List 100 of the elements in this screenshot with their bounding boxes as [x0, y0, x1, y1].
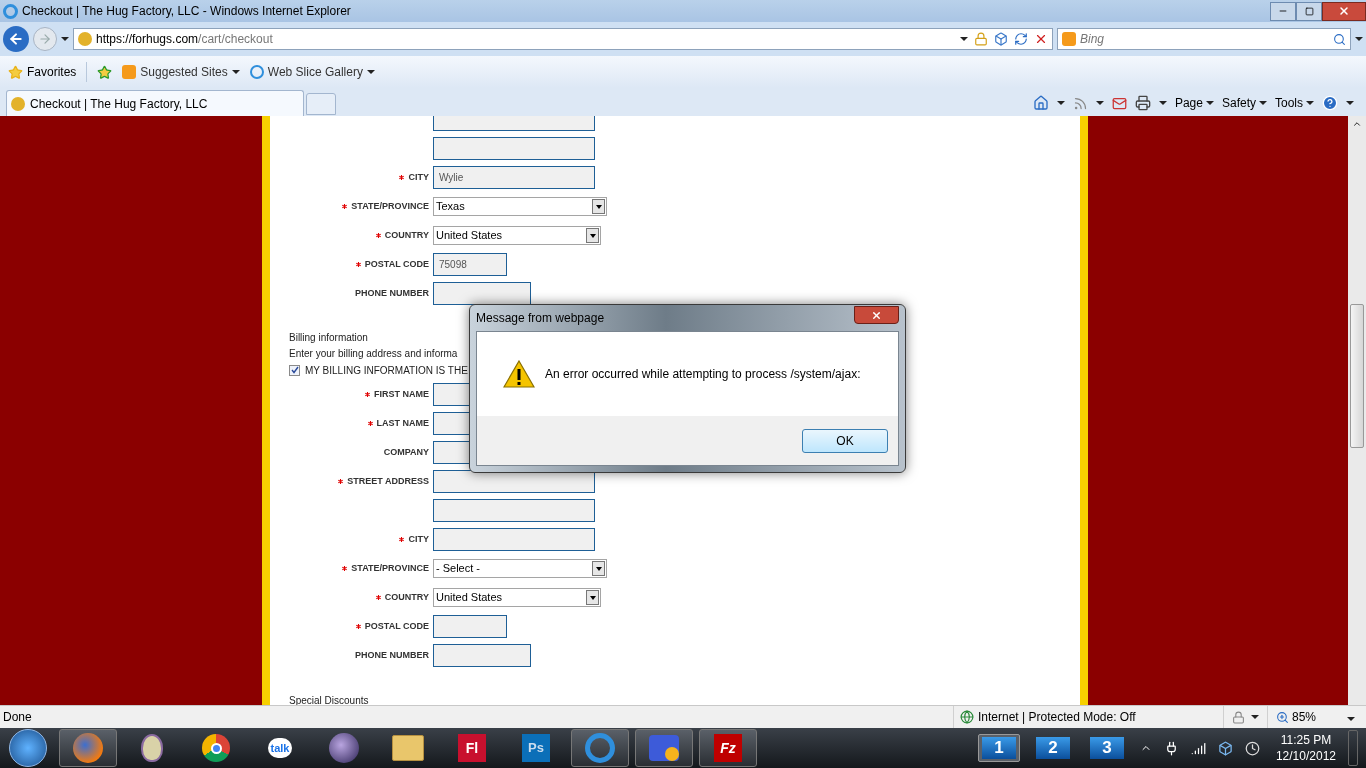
- caret-icon: [960, 37, 968, 41]
- folder-icon: [392, 735, 424, 761]
- taskbar-button[interactable]: talk: [251, 729, 309, 767]
- app-tile-icon[interactable]: Ps: [522, 734, 550, 762]
- section-heading: Billing information: [289, 331, 369, 345]
- input-field[interactable]: Wylie: [433, 166, 595, 189]
- scrollbar[interactable]: [1348, 116, 1366, 705]
- browser-tab[interactable]: Checkout | The Hug Factory, LLC: [6, 90, 304, 116]
- caret-icon: [1259, 101, 1267, 105]
- search-field[interactable]: Bing: [1057, 28, 1351, 50]
- feed-icon[interactable]: [1072, 95, 1088, 111]
- dropdown[interactable]: - Select -: [433, 559, 607, 578]
- taskbar-button[interactable]: Fz: [699, 729, 757, 767]
- input-field[interactable]: [433, 644, 531, 667]
- app-tile-icon[interactable]: Fl: [458, 734, 486, 762]
- dialog-message: An error occurred while attempting to process /system/ajax:: [545, 366, 861, 383]
- help-icon[interactable]: [1322, 95, 1338, 111]
- forward-arrow-icon: [38, 32, 52, 46]
- field-label: STATE/PROVINCE: [351, 199, 429, 213]
- start-button[interactable]: [9, 729, 47, 767]
- lock-icon: [974, 32, 988, 46]
- back-button[interactable]: [3, 26, 29, 52]
- minimize-button[interactable]: [1270, 1, 1296, 21]
- search-provider-icon: [1062, 32, 1076, 46]
- favorites-link[interactable]: Web Slice Gallery: [249, 63, 375, 81]
- add-favorite-icon[interactable]: [97, 64, 113, 80]
- checkbox[interactable]: [289, 364, 300, 376]
- refresh-icon[interactable]: [1014, 32, 1028, 46]
- input-field[interactable]: 75098: [433, 253, 507, 276]
- privacy-icon[interactable]: [1232, 710, 1245, 724]
- command-menu[interactable]: Tools: [1275, 94, 1314, 112]
- signal-icon[interactable]: [1190, 740, 1206, 756]
- caret-icon: [1095, 101, 1104, 105]
- mail-icon[interactable]: [1111, 95, 1127, 111]
- clock-date: 12/10/2012: [1275, 748, 1336, 764]
- taskbar-button[interactable]: Ps: [507, 729, 565, 767]
- field-label: COUNTRY: [384, 590, 429, 604]
- dropdown[interactable]: Texas: [433, 197, 607, 216]
- clock[interactable]: 11:25 PM 12/10/2012: [1275, 732, 1336, 764]
- print-icon[interactable]: [1134, 95, 1151, 111]
- field-label: CITY: [408, 532, 429, 546]
- command-menu[interactable]: Page: [1174, 94, 1214, 112]
- caret-icon: [1251, 715, 1259, 719]
- stop-icon[interactable]: [1034, 32, 1048, 46]
- scrollbar-thumb[interactable]: [1350, 304, 1364, 448]
- scroll-up-icon: [1352, 119, 1362, 129]
- close-button[interactable]: [1322, 1, 1366, 21]
- speech-bubble-icon[interactable]: talk: [267, 737, 293, 759]
- input-field[interactable]: [433, 499, 595, 522]
- ok-button[interactable]: OK: [802, 428, 888, 453]
- caret-icon: [1346, 101, 1354, 105]
- caret-icon: [61, 37, 69, 41]
- taskbar-button[interactable]: Fl: [443, 729, 501, 767]
- search-icon[interactable]: [1333, 32, 1346, 46]
- clock-icon[interactable]: [1244, 740, 1260, 756]
- field-label: FIRST NAME: [374, 387, 429, 401]
- box-icon[interactable]: [1217, 740, 1233, 756]
- status-text: Done: [3, 709, 32, 726]
- close-button[interactable]: [854, 306, 899, 324]
- warning-icon: [503, 360, 535, 388]
- input-field[interactable]: [433, 137, 595, 160]
- input-field[interactable]: [433, 615, 507, 638]
- window-title: Checkout | The Hug Factory, LLC - Windows Internet Explorer: [22, 3, 351, 20]
- home-icon[interactable]: [1032, 95, 1049, 111]
- field-label: POSTAL CODE: [364, 257, 429, 271]
- field-label: COUNTRY: [384, 228, 429, 242]
- taskbar-button[interactable]: [635, 729, 693, 767]
- site-icon: [122, 65, 137, 79]
- caret-icon: [231, 70, 240, 74]
- input-field[interactable]: [433, 282, 531, 305]
- command-menu[interactable]: Safety: [1221, 94, 1267, 112]
- dropdown[interactable]: United States: [433, 226, 601, 245]
- dialog-title: Message from webpage: [476, 310, 605, 327]
- checkbox-label: MY BILLING INFORMATION IS THE: [305, 363, 468, 378]
- favorites-button[interactable]: Favorites: [8, 63, 77, 81]
- app-tile-icon[interactable]: Fz: [714, 734, 742, 762]
- clock-time: 11:25 PM: [1280, 732, 1332, 748]
- field-label: LAST NAME: [376, 416, 429, 430]
- globe-icon: [960, 710, 974, 724]
- input-field[interactable]: [433, 528, 595, 551]
- close-icon: [1338, 5, 1350, 17]
- star-icon: [8, 64, 23, 80]
- security-zone: Internet | Protected Mode: Off: [978, 709, 1136, 726]
- field-label: POSTAL CODE: [364, 619, 429, 633]
- caret-icon: [1355, 37, 1363, 41]
- caret-icon: [1347, 717, 1355, 721]
- address-field[interactable]: https://forhugs.com/cart/checkout: [73, 28, 1053, 50]
- caret-icon: [1158, 101, 1167, 105]
- caret-icon: [1056, 101, 1065, 105]
- field-label: STATE/PROVINCE: [351, 561, 429, 575]
- site-icon: [11, 96, 25, 111]
- show-desktop-button[interactable]: [1348, 730, 1358, 766]
- maximize-button[interactable]: [1296, 1, 1322, 21]
- dropdown[interactable]: United States: [433, 588, 601, 607]
- zoom-icon: [1276, 710, 1289, 724]
- restore-icon: [1304, 6, 1314, 16]
- field-label: CITY: [408, 170, 429, 184]
- favorites-link[interactable]: Suggested Sites: [122, 63, 240, 81]
- caret-icon: [366, 70, 375, 74]
- site-icon: [249, 65, 264, 79]
